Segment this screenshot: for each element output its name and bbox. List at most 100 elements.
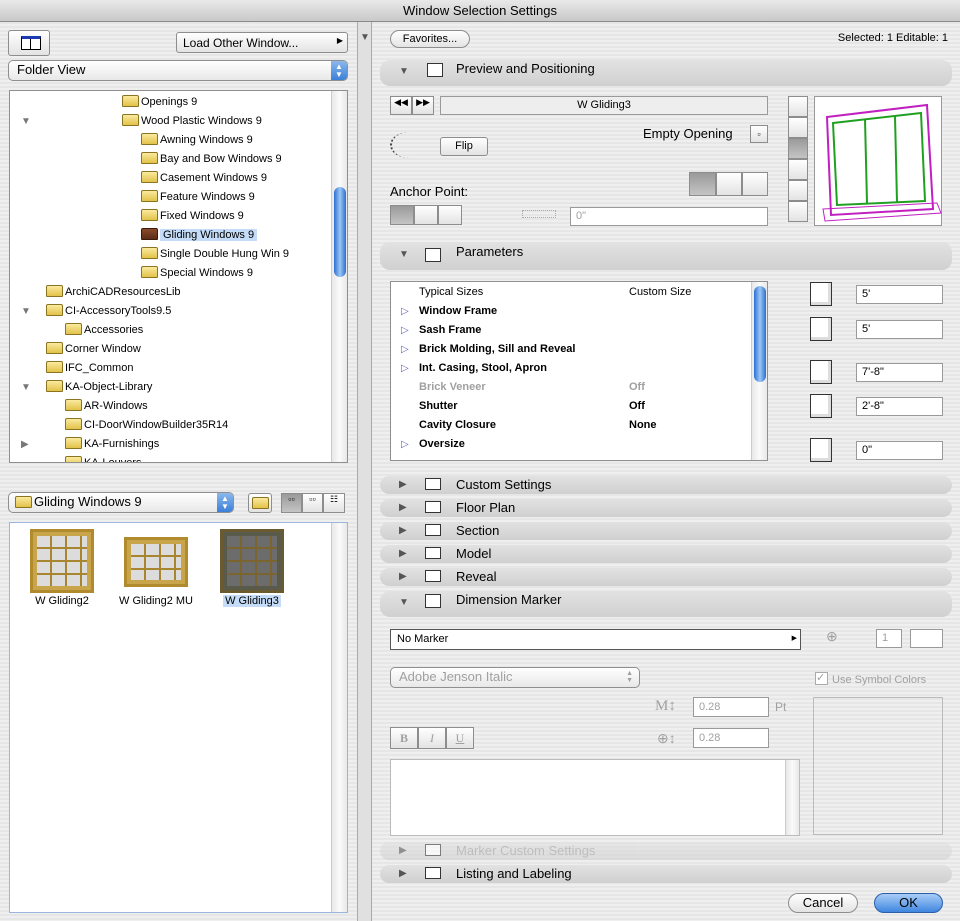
parent-folder-button[interactable] xyxy=(248,493,272,513)
head-height-field[interactable]: 7'-8" xyxy=(856,363,943,382)
parameter-value[interactable]: Custom Size xyxy=(629,283,691,302)
object-thumbnail[interactable]: W Gliding2 xyxy=(20,523,104,613)
favorites-button[interactable]: Favorites... xyxy=(390,30,470,48)
disclosure-closed-icon[interactable]: ▷ xyxy=(401,359,409,378)
thumbnails-scrollbar[interactable] xyxy=(331,523,347,912)
disclosure-closed-icon[interactable]: ▷ xyxy=(401,340,409,359)
section-model[interactable]: ▶ Model xyxy=(380,545,952,563)
large-icons-view-button[interactable]: ▫▫ xyxy=(281,493,302,513)
flip-button[interactable]: Flip xyxy=(440,137,488,156)
pen-field[interactable]: 1 xyxy=(876,629,902,648)
sill-height-field[interactable]: 2'-8" xyxy=(856,397,943,416)
section-custom[interactable]: ▶ Custom Settings xyxy=(380,476,952,494)
tree-item[interactable]: ▼ CI-AccessoryTools9.5 xyxy=(10,302,332,321)
cancel-button[interactable]: Cancel xyxy=(788,893,858,913)
disclosure-open-icon[interactable]: ▼ xyxy=(21,302,31,321)
tree-item[interactable]: ▼ Wood Plastic Windows 9 xyxy=(10,112,332,131)
tree-item[interactable]: CI-DoorWindowBuilder35R14 xyxy=(10,416,332,435)
tree-item[interactable]: Corner Window xyxy=(10,340,332,359)
reveal-depth-field[interactable]: 0" xyxy=(856,441,943,460)
object-thumbnails[interactable]: W Gliding2 W Gliding2 MU W Gliding3 xyxy=(9,522,348,913)
width-field[interactable]: 5' xyxy=(856,285,943,304)
tree-item[interactable]: Special Windows 9 xyxy=(10,264,332,283)
section-parameters[interactable]: ▼ Parameters xyxy=(380,242,952,270)
parameter-row[interactable]: Typical Sizes Custom Size xyxy=(391,283,751,302)
preview-list-view-button[interactable] xyxy=(788,201,808,222)
pen-color-swatch[interactable] xyxy=(910,629,943,648)
tree-item[interactable]: Gliding Windows 9 xyxy=(10,226,332,245)
anchor-right-button[interactable] xyxy=(438,205,462,225)
disclosure-closed-icon[interactable]: ▷ xyxy=(401,321,409,340)
parameter-value[interactable]: Off xyxy=(629,397,645,416)
parameters-list[interactable]: Typical Sizes Custom Size ▷ Window Frame ▷ Sa… xyxy=(390,281,768,461)
underline-button[interactable]: U xyxy=(446,727,474,749)
folder-select[interactable]: Gliding Windows 9 ▲ ▼ xyxy=(8,492,234,513)
tree-item[interactable]: ▶ KA-Furnishings xyxy=(10,435,332,454)
tree-item[interactable]: ArchiCADResourcesLib xyxy=(10,283,332,302)
text-size-field[interactable]: 0.28 xyxy=(693,697,769,717)
parameters-scrollbar[interactable] xyxy=(751,282,767,460)
tree-item[interactable]: Openings 9 xyxy=(10,93,332,112)
section-preview-positioning[interactable]: ▼ Preview and Positioning xyxy=(380,60,952,86)
tree-item[interactable]: KA-Louvers xyxy=(10,454,332,462)
list-view-button[interactable]: ☷ xyxy=(323,493,345,513)
parameter-row[interactable]: ▷ Int. Casing, Stool, Apron xyxy=(391,359,751,378)
scroll-thumb[interactable] xyxy=(754,286,766,382)
empty-opening-button[interactable]: ▫ xyxy=(750,125,768,143)
tree-item[interactable]: IFC_Common xyxy=(10,359,332,378)
preview-3d-view-button[interactable] xyxy=(788,159,808,180)
tree-item[interactable]: ▼ KA-Object-Library xyxy=(10,378,332,397)
italic-button[interactable]: I xyxy=(418,727,446,749)
parameter-row[interactable]: ▷ Brick Molding, Sill and Reveal xyxy=(391,340,751,359)
next-object-button[interactable]: ▶▶ xyxy=(412,96,434,115)
tree-scrollbar[interactable] xyxy=(331,91,347,462)
marker-select[interactable]: No Marker ▶ xyxy=(390,629,801,650)
disclosure-closed-icon[interactable]: ▷ xyxy=(401,435,409,454)
previous-object-button[interactable]: ◀◀ xyxy=(390,96,412,115)
tree-item[interactable]: Accessories xyxy=(10,321,332,340)
parameter-row[interactable]: Cavity Closure None xyxy=(391,416,751,435)
anchor-wall-center-button[interactable] xyxy=(716,172,742,196)
preview-front-view-button[interactable] xyxy=(788,117,808,138)
font-select[interactable]: Adobe Jenson Italic ▲ ▼ xyxy=(390,667,640,688)
anchor-wall-outside-button[interactable] xyxy=(689,172,716,196)
parameter-value[interactable]: None xyxy=(629,416,657,435)
tree-item[interactable]: Fixed Windows 9 xyxy=(10,207,332,226)
ok-button[interactable]: OK xyxy=(874,893,943,913)
anchor-wall-inside-button[interactable] xyxy=(742,172,768,196)
tree-item[interactable]: Single Double Hung Win 9 xyxy=(10,245,332,264)
section-listing-labeling[interactable]: ▶ Listing and Labeling xyxy=(380,865,952,883)
offset-field[interactable]: 0" xyxy=(570,207,768,226)
parameter-value[interactable]: Off xyxy=(629,378,645,397)
folder-tree[interactable]: Openings 9 ▼ Wood Plastic Windows 9 Awning … xyxy=(9,90,348,463)
section-section[interactable]: ▶ Section xyxy=(380,522,952,540)
object-thumbnail[interactable]: W Gliding3 xyxy=(210,523,294,613)
tree-item[interactable]: Bay and Bow Windows 9 xyxy=(10,150,332,169)
disclosure-closed-icon[interactable]: ▷ xyxy=(401,302,409,321)
parameter-row[interactable]: ▷ Oversize xyxy=(391,435,751,454)
preview-side-view-button[interactable] xyxy=(788,138,808,159)
tree-item[interactable]: Awning Windows 9 xyxy=(10,131,332,150)
parameter-row[interactable]: Brick Veneer Off xyxy=(391,378,751,397)
disclosure-closed-icon[interactable]: ▶ xyxy=(21,435,29,454)
panel-divider[interactable]: ▼ xyxy=(357,22,372,921)
marker-text-area[interactable] xyxy=(390,759,800,836)
text-area-scrollbar[interactable] xyxy=(785,760,799,835)
view-mode-button[interactable] xyxy=(8,30,50,56)
section-reveal[interactable]: ▶ Reveal xyxy=(380,568,952,586)
parameter-row[interactable]: ▷ Window Frame xyxy=(391,302,751,321)
anchor-left-button[interactable] xyxy=(390,205,414,225)
load-other-window-button[interactable]: Load Other Window... ▶ xyxy=(176,32,348,53)
disclosure-open-icon[interactable]: ▼ xyxy=(21,378,31,397)
small-icons-view-button[interactable]: ▫▫ xyxy=(302,493,323,513)
view-select[interactable]: Folder View ▲ ▼ xyxy=(8,60,348,81)
bold-button[interactable]: B xyxy=(390,727,418,749)
tree-item[interactable]: Feature Windows 9 xyxy=(10,188,332,207)
tree-item[interactable]: Casement Windows 9 xyxy=(10,169,332,188)
height-field[interactable]: 5' xyxy=(856,320,943,339)
parameter-row[interactable]: Shutter Off xyxy=(391,397,751,416)
disclosure-open-icon[interactable]: ▼ xyxy=(21,112,31,131)
scroll-thumb[interactable] xyxy=(334,187,346,277)
collapse-triangle-icon[interactable]: ▼ xyxy=(360,32,370,43)
marker-size-field[interactable]: 0.28 xyxy=(693,728,769,748)
